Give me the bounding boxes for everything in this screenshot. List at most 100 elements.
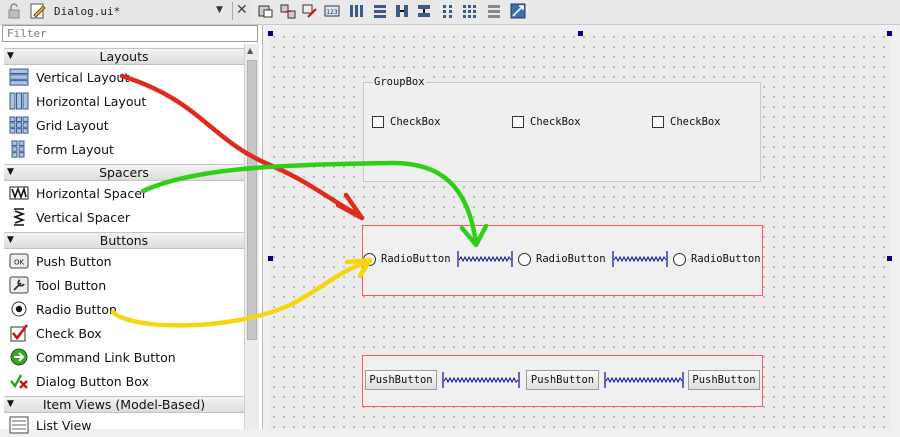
category-label: Spacers [99,165,149,180]
resize-handle[interactable] [887,256,892,261]
widget-item-vertical-layout[interactable]: Vertical Layout [6,65,242,89]
close-icon[interactable]: ✕ [236,2,248,18]
break-layout-icon[interactable] [486,3,502,19]
collapse-arrow-icon: ▼ [7,235,14,245]
edit-widgets-icon[interactable] [258,3,274,19]
category-spacers[interactable]: ▼ Spacers [4,164,244,181]
adjust-size-icon[interactable] [510,3,526,19]
widget-item-list-view[interactable]: List View [6,413,242,437]
horizontal-spacer-icon [9,186,29,200]
form-editor-toolbar: 123 [252,0,900,25]
horizontal-spacer[interactable] [604,372,684,388]
widget-item-label: List View [36,418,92,433]
svg-text:OK: OK [14,259,25,267]
check-box-label: CheckBox [530,116,581,128]
scrollbar-thumb[interactable] [247,60,257,340]
widget-item-check-box[interactable]: Check Box [6,321,242,345]
vertical-spacer-icon [12,208,26,226]
edit-form-icon[interactable] [30,3,46,19]
category-label: Layouts [99,49,149,64]
lay-out-horizontally-icon[interactable] [348,3,364,19]
radio-button-label: RadioButton [691,253,761,265]
resize-handle[interactable] [578,31,583,36]
group-box[interactable]: GroupBox [363,76,761,182]
resize-handle[interactable] [268,256,273,261]
radio-indicator[interactable] [673,253,686,266]
category-item-views[interactable]: ▼ Item Views (Model-Based) [4,396,244,413]
form-layout-tool-icon[interactable] [440,3,456,19]
push-button-icon: OK [9,253,29,269]
widget-item-command-link-button[interactable]: Command Link Button [6,345,242,369]
horizontal-spacer[interactable] [442,372,520,388]
grid-layout-tool-icon[interactable] [462,3,478,19]
widget-item-dialog-button-box[interactable]: Dialog Button Box [6,369,242,393]
splitter-horizontal-icon[interactable] [394,3,410,19]
edit-buddies-icon[interactable] [302,3,318,19]
dialog-button-box-icon [10,374,28,389]
list-view-icon [9,416,29,434]
resize-handle[interactable] [887,31,892,36]
form-layout-icon [11,140,25,158]
widget-item-horizontal-spacer[interactable]: Horizontal Spacer [6,181,242,205]
radio-indicator[interactable] [363,253,376,266]
widget-item-label: Dialog Button Box [36,374,149,389]
lock-icon[interactable] [6,3,22,19]
widget-item-label: Push Button [36,254,112,269]
check-box-label: CheckBox [390,116,441,128]
toolbar-divider [232,2,233,20]
widget-item-horizontal-layout[interactable]: Horizontal Layout [6,89,242,113]
widget-item-push-button[interactable]: OK Push Button [6,249,242,273]
check-box-indicator[interactable] [512,116,524,128]
widget-item-label: Horizontal Spacer [36,186,148,201]
filter-input[interactable] [2,25,258,42]
radio-indicator[interactable] [518,253,531,266]
check-box-label: CheckBox [670,116,721,128]
collapse-arrow-icon: ▼ [7,167,14,177]
radio-button-icon [11,301,27,317]
push-button[interactable]: PushButton [526,370,599,390]
category-layouts[interactable]: ▼ Layouts [4,48,244,65]
push-button[interactable]: PushButton [365,370,437,390]
grid-layout-icon [9,116,29,134]
lay-out-vertically-icon[interactable] [372,3,388,19]
widget-item-radio-button[interactable]: Radio Button [6,297,242,321]
widget-item-tool-button[interactable]: Tool Button [6,273,242,297]
horizontal-spacer[interactable] [612,251,668,267]
push-button[interactable]: PushButton [688,370,760,390]
horizontal-layout-icon [9,92,29,110]
command-link-icon [10,348,28,366]
widget-item-label: Grid Layout [36,118,109,133]
horizontal-spacer[interactable] [457,251,513,267]
widget-item-label: Horizontal Layout [36,94,147,109]
collapse-arrow-icon: ▼ [7,51,14,61]
category-buttons[interactable]: ▼ Buttons [4,232,244,249]
widget-item-label: Check Box [36,326,102,341]
file-name-label: Dialog.ui* [54,5,121,18]
tab-order-icon[interactable]: 123 [324,3,340,19]
widget-box-panel: Dialog.ui* ▼ ✕ ▼Layouts Vertical Layout … [0,0,263,434]
widget-item-grid-layout[interactable]: Grid Layout [6,113,242,137]
category-label: Item Views (Model-Based) [42,397,206,412]
widget-item-label: Vertical Spacer [36,210,130,225]
widget-item-form-layout[interactable]: Form Layout [6,137,242,161]
vertical-layout-icon [9,68,29,86]
scroll-up-icon[interactable]: ▲ [247,46,253,55]
widget-box-toolbar: Dialog.ui* ▼ ✕ [0,0,262,25]
widget-box-scrollbar[interactable]: ▲ [244,44,259,429]
radio-button-label: RadioButton [536,253,606,265]
splitter-vertical-icon[interactable] [416,3,432,19]
widget-item-vertical-spacer[interactable]: Vertical Spacer [6,205,242,229]
dropdown-arrow-icon[interactable]: ▼ [216,5,223,15]
check-box-icon [10,324,29,342]
edit-signals-icon[interactable] [280,3,296,19]
group-box-title: GroupBox [373,76,426,88]
widget-item-label: Tool Button [36,278,107,293]
widget-item-label: Vertical Layout [36,70,130,85]
tool-button-icon [9,276,29,294]
check-box-indicator[interactable] [652,116,664,128]
svg-text:123: 123 [326,9,338,16]
category-label: Buttons [99,233,149,248]
check-box-indicator[interactable] [372,116,384,128]
resize-handle[interactable] [268,31,273,36]
widget-item-label: Command Link Button [36,350,176,365]
